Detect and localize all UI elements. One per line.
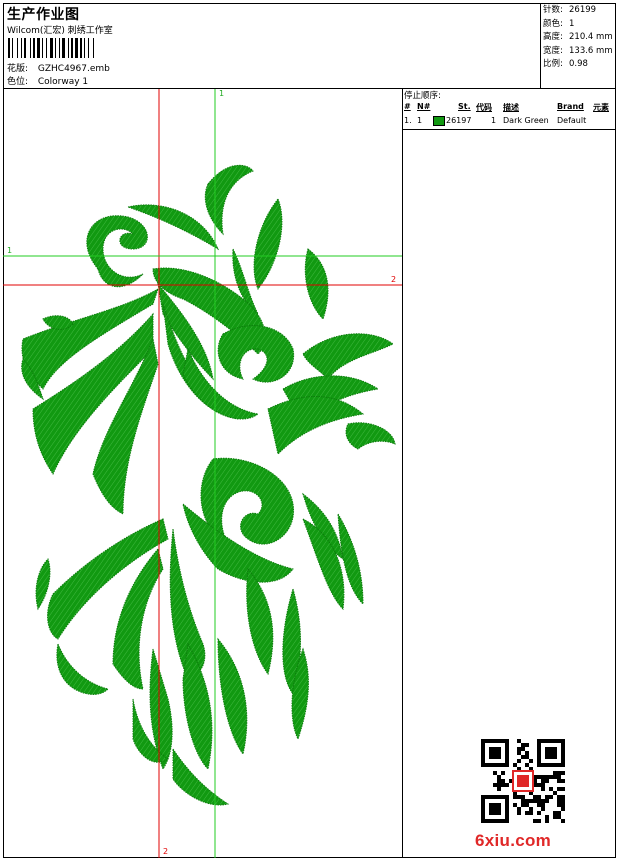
header-divider xyxy=(540,3,541,88)
design-file-value: GZHC4967.emb xyxy=(37,64,110,74)
col-header-stitches: St. xyxy=(458,102,471,111)
col-header-description: 描述 xyxy=(503,103,519,112)
row-index: 1. xyxy=(404,116,412,125)
row-code: 1 xyxy=(491,116,497,125)
row-description: Dark Green xyxy=(503,116,549,125)
page-title: 生产作业图 xyxy=(7,7,80,23)
thread-color-swatch xyxy=(433,116,445,126)
col-header-needle: N# xyxy=(417,102,431,111)
colorway-label: 色位: xyxy=(7,77,29,87)
stat-scale: 比例: 0.98 xyxy=(543,59,588,69)
barcode xyxy=(8,38,153,58)
qr-code xyxy=(481,739,565,823)
guide-label-red-right: 2 xyxy=(391,275,397,284)
col-header-brand: Brand xyxy=(557,102,584,111)
guide-label-green-top: 1 xyxy=(219,89,225,98)
design-file-row: 花版: GZHC4967.emb xyxy=(7,61,110,74)
colorway-value: Colorway 1 xyxy=(37,77,89,87)
col-header-code: 代码 xyxy=(476,103,492,112)
embroidery-design-area: 1 1 2 2 xyxy=(3,89,403,858)
watermark-logo: 6xiu.com xyxy=(475,831,552,850)
table-divider xyxy=(403,129,616,130)
stat-height: 高度: 210.4 mm xyxy=(543,32,613,42)
col-header-index: # xyxy=(404,102,411,111)
stat-stitches: 针数: 26199 xyxy=(543,5,597,15)
design-stats: 针数: 26199 颜色: 1 高度: 210.4 mm 宽度: 133.6 mm 比例… xyxy=(543,4,613,72)
guide-label-red-bottom: 2 xyxy=(163,847,169,856)
row-brand: Default xyxy=(557,116,587,125)
design-file-label: 花版: xyxy=(7,64,29,74)
company-name: Wilcom(汇宏) 刺绣工作室 xyxy=(7,26,113,36)
col-header-element: 元素 xyxy=(593,103,609,112)
guide-label-green-left: 1 xyxy=(7,246,13,255)
floral-motif xyxy=(21,164,396,806)
embroidery-pattern xyxy=(3,89,402,858)
row-needle: 1 xyxy=(417,116,423,125)
stop-sequence-label: 停止顺序: xyxy=(404,91,441,101)
stop-sequence-panel: 停止顺序: # N# St. 代码 描述 Brand 元素 1. 1 26197… xyxy=(403,89,616,858)
row-stitches: 26197 xyxy=(446,116,472,125)
colorway-row: 色位: Colorway 1 xyxy=(7,74,88,87)
header: 生产作业图 Wilcom(汇宏) 刺绣工作室 花版: GZHC4967.emb … xyxy=(3,3,616,89)
stat-width: 宽度: 133.6 mm xyxy=(543,45,613,56)
stat-colors: 颜色: 1 xyxy=(543,18,575,29)
